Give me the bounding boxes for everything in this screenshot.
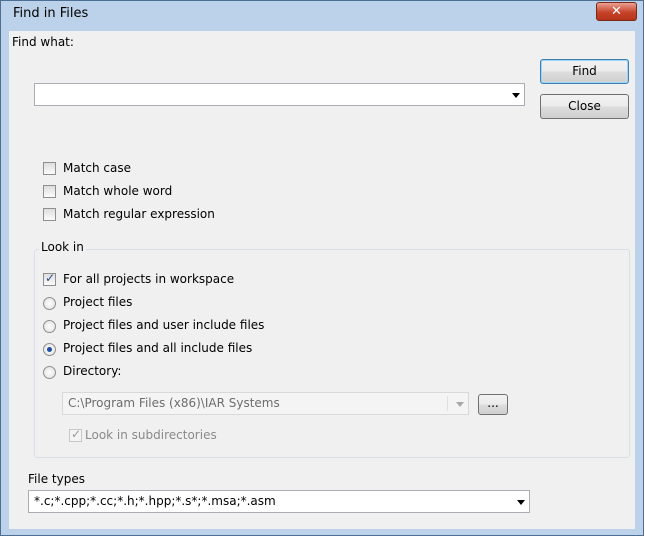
directory-label: Directory:	[63, 364, 122, 378]
chevron-down-icon[interactable]	[517, 500, 525, 505]
find-what-label: Find what:	[12, 35, 74, 49]
directory-combobox: C:\Program Files (x86)\IAR Systems	[62, 392, 469, 415]
directory-value: C:\Program Files (x86)\IAR Systems	[68, 396, 280, 410]
close-icon: ✕	[611, 4, 622, 19]
all-projects-checkbox[interactable]	[43, 271, 56, 286]
look-in-title: Look in	[39, 240, 86, 254]
chevron-down-icon[interactable]	[512, 93, 520, 98]
subdirectories-label: Look in subdirectories	[85, 428, 217, 442]
find-button[interactable]: Find	[540, 59, 629, 84]
match-whole-word-checkbox[interactable]	[43, 185, 56, 198]
chevron-down-icon	[456, 402, 464, 407]
close-window-button[interactable]: ✕	[596, 2, 637, 21]
all-include-radio[interactable]	[43, 343, 56, 356]
close-button[interactable]: Close	[540, 94, 629, 119]
file-types-value: *.c;*.cpp;*.cc;*.h;*.hpp;*.s*;*.msa;*.as…	[34, 494, 276, 508]
window-title: Find in Files	[13, 6, 89, 21]
all-projects-label: For all projects in workspace	[63, 272, 235, 286]
file-types-label: File types	[28, 472, 85, 486]
match-case-checkbox[interactable]	[43, 162, 56, 175]
file-types-combobox[interactable]: *.c;*.cpp;*.cc;*.h;*.hpp;*.s*;*.msa;*.as…	[28, 490, 530, 513]
browse-directory-button[interactable]: ...	[478, 394, 508, 415]
project-files-radio[interactable]	[43, 297, 56, 310]
dialog-window: Find in Files ✕ Find what: Find Close Ma…	[0, 0, 644, 536]
match-whole-word-label: Match whole word	[63, 184, 173, 198]
project-files-label: Project files	[63, 295, 133, 309]
directory-radio[interactable]	[43, 366, 56, 379]
user-include-label: Project files and user include files	[63, 318, 265, 332]
all-include-label: Project files and all include files	[63, 341, 253, 355]
match-regex-label: Match regular expression	[63, 207, 215, 221]
dialog-body: Find what: Find Close Match case Match w…	[9, 31, 635, 529]
user-include-radio[interactable]	[43, 320, 56, 333]
subdirectories-checkbox	[69, 427, 82, 442]
find-what-combobox[interactable]	[34, 83, 525, 106]
match-case-label: Match case	[63, 161, 132, 175]
match-regex-checkbox[interactable]	[43, 208, 56, 221]
title-bar[interactable]: Find in Files ✕	[1, 1, 643, 31]
